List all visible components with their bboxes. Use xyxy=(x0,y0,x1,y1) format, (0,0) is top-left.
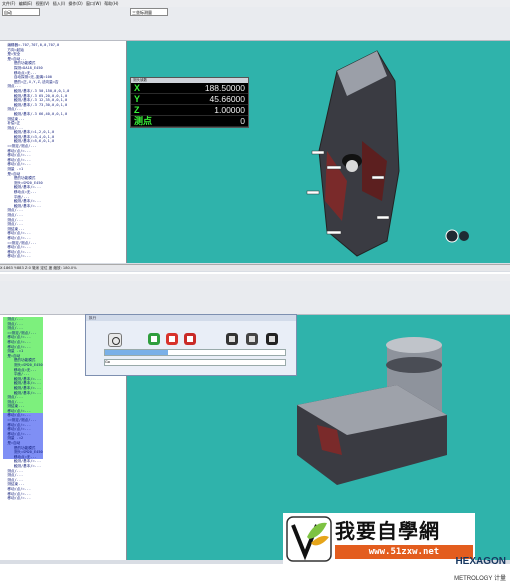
menu-operation[interactable]: 操作(O) xyxy=(68,1,82,6)
readout-label-points: 测点 xyxy=(134,116,153,126)
status-bar: X:1863 Y:883 Z:0 毫米 定位 度 缩放: 180.0% xyxy=(0,264,510,271)
screenshot-top: 文件(F) 编辑(E) 视图(V) 插入(I) 操作(O) 窗口(W) 帮助(H… xyxy=(0,0,510,272)
menu-file[interactable]: 文件(F) xyxy=(2,1,15,6)
menu-view[interactable]: 视图(V) xyxy=(36,1,50,6)
jump-button[interactable] xyxy=(246,333,258,345)
mode-select[interactable]: 自动 xyxy=(2,8,40,16)
hexagon-metrology: METROLOGY xyxy=(454,576,493,582)
readout-row-y: Y 45.66000 xyxy=(131,94,248,105)
edit-window[interactable]: 编辑器=-707,707,0,0,707,0 方向=起始 是=安全 是=自动..… xyxy=(0,41,127,263)
code-line[interactable]: 移动/点/=... xyxy=(3,254,69,259)
readout-label-z: Z xyxy=(134,105,140,115)
hexagon-brand: HEXAGON xyxy=(455,556,506,567)
watermark-logo: 我要自學網 www.51zxw.net xyxy=(283,513,475,565)
menu-bar: 文件(F) 编辑(E) 视图(V) 插入(I) 操作(O) 窗口(W) 帮助(H… xyxy=(0,0,510,7)
cancel-button[interactable] xyxy=(184,333,196,345)
code-line[interactable]: 触测/基本/-3 50,150,0,0,1,0 xyxy=(3,89,70,94)
help-button[interactable] xyxy=(266,333,278,345)
code-line[interactable]: 测头=SM20_E450 xyxy=(3,362,43,368)
execution-dialog[interactable]: 执行 Go xyxy=(85,314,297,376)
skip-button[interactable] xyxy=(226,333,238,345)
readout-row-points: 测点 0 xyxy=(131,116,248,127)
readout-value-x: 188.50000 xyxy=(204,83,245,93)
readout-value-y: 45.66000 xyxy=(209,94,245,104)
hexagon-subtitle: METROLOGY 计量 xyxy=(454,573,506,582)
program-code[interactable]: 测点/... 测点/... 测点/... ==测定/测点/... 移动/点/=.… xyxy=(3,317,43,501)
code-line[interactable]: 移动/点/=... xyxy=(3,496,43,501)
leaf-logo-icon xyxy=(286,516,332,562)
execution-progress xyxy=(104,349,286,356)
progress-fill xyxy=(105,350,168,355)
readout-label-y: Y xyxy=(134,94,141,104)
readout-value-z: 1.00000 xyxy=(214,105,245,115)
readout-value-points: 0 xyxy=(240,116,245,126)
code-line[interactable]: 触测/基本/=... xyxy=(3,464,43,469)
machine-select[interactable]: 三坐标测量 xyxy=(130,8,168,16)
code-line[interactable]: ==测定/测点/... xyxy=(3,418,43,423)
probe-readout-window[interactable]: 测头读数 X 188.50000 Y 45.66000 Z 1.00000 测点… xyxy=(130,77,249,128)
hexagon-suffix: 计量 xyxy=(493,576,506,582)
dialog-title: 执行 xyxy=(86,315,296,321)
stop-button[interactable] xyxy=(166,333,178,345)
readout-row-x: X 188.50000 xyxy=(131,83,248,94)
menu-window[interactable]: 窗口(W) xyxy=(86,1,101,6)
back-button[interactable] xyxy=(108,333,122,347)
program-code[interactable]: 编辑器=-707,707,0,0,707,0 方向=起始 是=安全 是=自动..… xyxy=(3,43,69,259)
menu-edit[interactable]: 编辑(E) xyxy=(19,1,33,6)
menu-bar xyxy=(0,274,510,281)
part-model xyxy=(306,50,469,257)
code-line[interactable]: 触测/基本/-3 66,40,0,0,1,0 xyxy=(3,112,69,117)
menu-help[interactable]: 帮助(H) xyxy=(104,1,118,6)
readout-label-x: X xyxy=(134,83,141,93)
readout-row-z: Z 1.00000 xyxy=(131,105,248,116)
continue-button[interactable] xyxy=(148,333,160,345)
menu-insert[interactable]: 插入(I) xyxy=(53,1,65,6)
graphics-display[interactable] xyxy=(127,41,510,263)
toolbar-row-3 xyxy=(0,29,510,41)
watermark-title: 我要自學網 xyxy=(335,519,440,543)
status-field: Go xyxy=(104,359,286,366)
watermark-url: www.51zxw.net xyxy=(335,545,473,559)
code-line[interactable]: 触测/基本/=... xyxy=(3,385,43,391)
